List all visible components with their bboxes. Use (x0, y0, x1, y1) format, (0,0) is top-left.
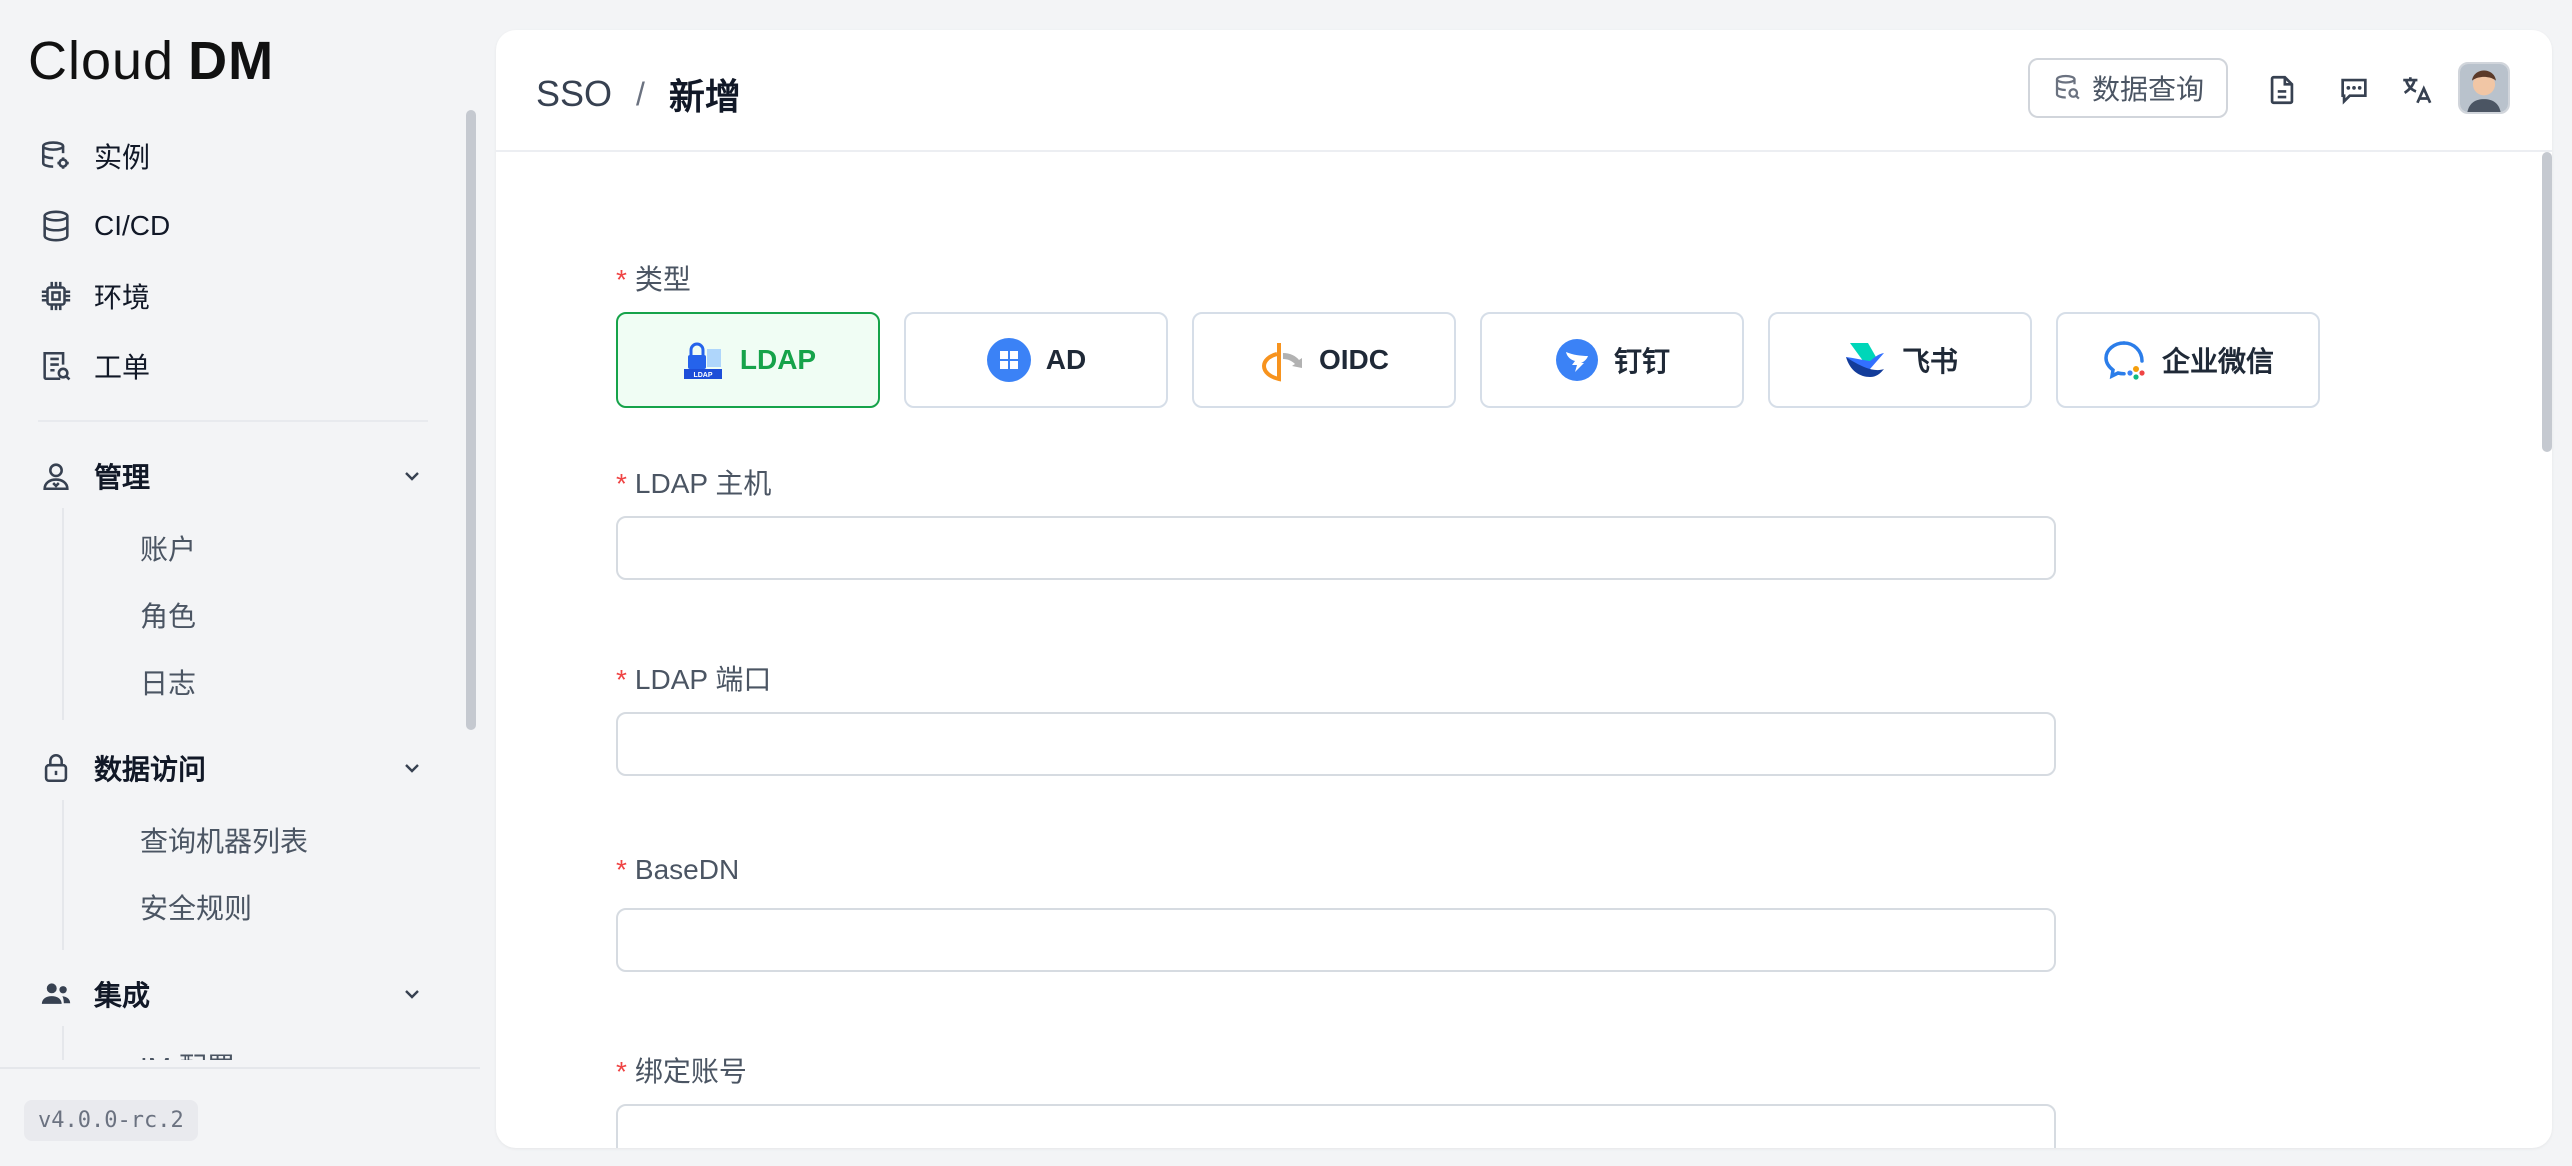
basedn-label-text: BaseDN (634, 854, 740, 885)
sidebar-nav: 实例 CI/CD 环境 工单 管理 账户 角色 日志 数据访问 查询机器列表 安… (0, 100, 460, 1060)
sidebar-item-cicd[interactable]: CI/CD (38, 201, 170, 251)
chat-icon[interactable] (2334, 70, 2374, 110)
sidebar-footer-divider (0, 1067, 480, 1069)
page-title: 新增 (668, 76, 741, 117)
sidebar-item-roles[interactable]: 角色 (140, 597, 196, 637)
submenu-line (62, 508, 64, 720)
sidebar-item-label: 工单 (94, 352, 151, 383)
type-option-ad[interactable]: AD (904, 312, 1168, 408)
sidebar-item-security-rules[interactable]: 安全规则 (140, 889, 252, 929)
windows-icon (986, 337, 1032, 383)
type-option-dingtalk[interactable]: 钉钉 (1480, 312, 1744, 408)
lock-icon (38, 750, 74, 786)
page-header: SSO / 新增 数据查询 (496, 30, 2552, 152)
database-icon (38, 208, 74, 244)
sidebar-item-query-machines[interactable]: 查询机器列表 (140, 822, 308, 862)
breadcrumb-separator: / (636, 75, 645, 112)
openid-icon (1259, 337, 1305, 383)
ldap-port-input[interactable] (616, 712, 2056, 776)
sso-type-selector: LDAP LDAP AD OIDC 钉钉 飞书 企业微信 (616, 312, 2344, 408)
chevron-down-icon[interactable] (400, 464, 428, 492)
type-option-oidc[interactable]: OIDC (1192, 312, 1456, 408)
logo-text-bold: DM (188, 31, 275, 91)
bind-account-input[interactable] (616, 1104, 2056, 1148)
logo-text: Cloud (28, 31, 175, 91)
main-panel: SSO / 新增 数据查询 * 类型 LDAP LDAP AD OIDC 钉钉 … (496, 30, 2552, 1148)
app-logo[interactable]: Cloud DM (28, 30, 274, 92)
sidebar-divider (38, 420, 428, 422)
ldap-icon: LDAP (680, 337, 726, 383)
type-option-label: LDAP (739, 344, 817, 375)
sidebar-group-label: 集成 (94, 980, 151, 1011)
type-option-ldap[interactable]: LDAP LDAP (616, 312, 880, 408)
bind-account-label: * 绑定账号 (616, 1050, 747, 1090)
ldap-host-label-text: LDAP 主机 (634, 468, 772, 499)
document-icon[interactable] (2262, 70, 2302, 110)
sidebar: Cloud DM 实例 CI/CD 环境 工单 管理 账户 角色 日志 数据访问… (0, 0, 480, 1166)
required-mark: * (616, 854, 627, 885)
chevron-down-icon[interactable] (400, 756, 428, 784)
ldap-host-input[interactable] (616, 516, 2056, 580)
sidebar-item-accounts[interactable]: 账户 (140, 530, 196, 570)
cpu-chip-icon (38, 278, 74, 314)
bind-account-label-text: 绑定账号 (634, 1056, 747, 1087)
breadcrumb: SSO / 新增 (536, 68, 741, 120)
required-mark: * (616, 264, 627, 295)
sidebar-item-label: CI/CD (94, 210, 171, 241)
sidebar-group-integration[interactable]: 集成 (38, 969, 150, 1019)
sidebar-group-label: 管理 (94, 462, 151, 493)
sidebar-group-label: 数据访问 (94, 754, 207, 785)
sidebar-item-label: 环境 (94, 282, 151, 313)
submenu-line (62, 1026, 64, 1060)
database-icon (2055, 74, 2080, 100)
sidebar-item-ticket[interactable]: 工单 (38, 341, 150, 391)
type-label-text: 类型 (634, 264, 691, 295)
translate-icon[interactable] (2396, 70, 2436, 110)
database-settings-icon (38, 138, 74, 174)
version-badge: v4.0.0-rc.2 (24, 1100, 198, 1141)
type-option-label: 飞书 (1901, 346, 1958, 377)
data-query-label: 数据查询 (2091, 74, 2204, 105)
type-option-label: AD (1045, 344, 1087, 375)
sidebar-item-im-config[interactable]: IM 配置 (140, 1048, 235, 1060)
type-option-label: 钉钉 (1613, 346, 1670, 377)
sidebar-item-instance[interactable]: 实例 (38, 131, 150, 181)
basedn-label: * BaseDN (616, 854, 739, 886)
sidebar-item-label: 实例 (94, 142, 151, 173)
breadcrumb-sso[interactable]: SSO (536, 73, 612, 115)
sidebar-group-admin[interactable]: 管理 (38, 451, 150, 501)
ldap-port-label: * LDAP 端口 (616, 658, 771, 698)
ticket-edit-icon (38, 348, 74, 384)
sidebar-item-environment[interactable]: 环境 (38, 271, 150, 321)
required-mark: * (616, 468, 627, 499)
type-option-label: 企业微信 (2161, 346, 2274, 377)
type-option-label: OIDC (1319, 344, 1389, 375)
data-query-button[interactable]: 数据查询 (2028, 58, 2228, 118)
dingtalk-icon (1554, 337, 1600, 383)
avatar[interactable] (2458, 62, 2510, 114)
ldap-port-label-text: LDAP 端口 (634, 664, 772, 695)
required-mark: * (616, 664, 627, 695)
user-admin-icon (38, 458, 74, 494)
ldap-icon-badge: LDAP (693, 372, 712, 379)
type-option-feishu[interactable]: 飞书 (1768, 312, 2032, 408)
sidebar-scrollbar[interactable] (466, 110, 476, 1060)
sidebar-scroll-thumb[interactable] (466, 110, 476, 730)
users-icon (38, 976, 74, 1012)
type-label: * 类型 (616, 258, 691, 298)
feishu-icon (1842, 337, 1888, 383)
type-option-wecom[interactable]: 企业微信 (2056, 312, 2320, 408)
required-mark: * (616, 1056, 627, 1087)
submenu-line (62, 800, 64, 950)
ldap-host-label: * LDAP 主机 (616, 462, 771, 502)
main-scrollbar[interactable] (2542, 152, 2552, 452)
sidebar-item-logs[interactable]: 日志 (140, 664, 196, 704)
chevron-down-icon[interactable] (400, 982, 428, 1010)
basedn-input[interactable] (616, 908, 2056, 972)
wecom-icon (2102, 337, 2148, 383)
sidebar-group-data-access[interactable]: 数据访问 (38, 743, 206, 793)
